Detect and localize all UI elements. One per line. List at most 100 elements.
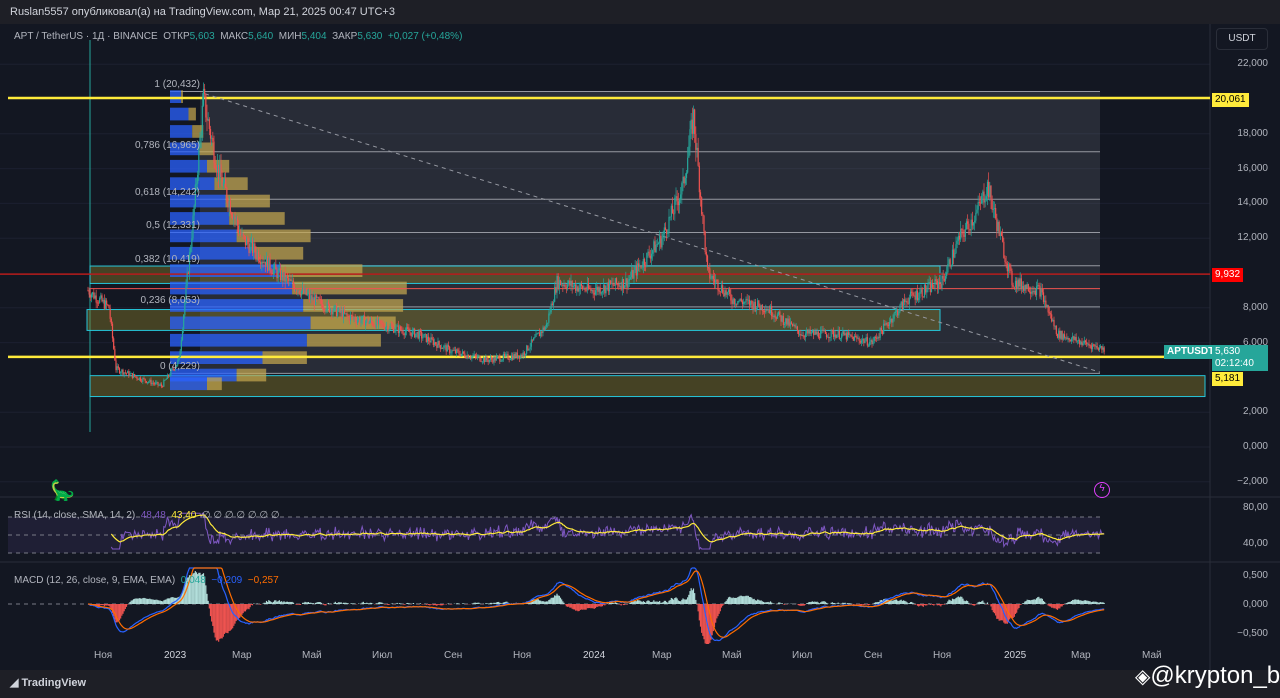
candle-body <box>568 280 570 285</box>
candle-body <box>1028 291 1031 293</box>
candle-body <box>761 304 763 311</box>
candle-body <box>449 346 451 353</box>
macd-histogram-bar <box>1013 604 1015 617</box>
candle-body <box>795 326 797 328</box>
macd-histogram-bar <box>319 602 321 604</box>
macd-histogram-bar <box>587 604 590 609</box>
candle-body <box>239 232 241 234</box>
candle-body <box>1073 336 1075 340</box>
candle-body <box>422 337 424 339</box>
chart-canvas[interactable] <box>0 0 1280 698</box>
candle-body <box>523 352 525 355</box>
macd-histogram-bar <box>591 604 593 609</box>
candle-body <box>242 233 244 236</box>
macd-histogram-bar <box>589 604 591 609</box>
candle-body <box>514 354 516 358</box>
macd-histogram-bar <box>669 599 671 604</box>
volume-profile-down <box>188 107 196 121</box>
macd-histogram-bar <box>391 603 394 604</box>
candle-body <box>152 382 154 384</box>
open-label: ОТКР <box>163 31 190 42</box>
candle-body <box>771 305 773 317</box>
candle-body <box>425 334 427 342</box>
macd-histogram-bar <box>1027 599 1029 604</box>
macd-histogram-bar <box>925 604 927 606</box>
macd-histogram-bar <box>990 604 992 607</box>
candle-body <box>220 164 222 178</box>
macd-histogram-bar <box>604 604 606 606</box>
symbol-tag: APTUSDT <box>1164 345 1218 359</box>
macd-histogram-bar <box>325 604 327 606</box>
macd-histogram-bar <box>816 601 818 604</box>
candle-body <box>617 283 619 285</box>
macd-histogram-bar <box>124 604 126 609</box>
lightning-icon[interactable]: ϟ <box>1094 482 1110 498</box>
macd-histogram-bar <box>657 601 660 604</box>
candle-body <box>248 244 250 253</box>
candle-body <box>1077 340 1080 341</box>
candle-body <box>964 229 966 237</box>
macd-histogram-bar <box>1098 602 1101 604</box>
candle-body <box>941 275 943 289</box>
rsi-legend[interactable]: RSI (14, close, SMA, 14, 2) 48,48 43,40 … <box>14 510 280 521</box>
macd-histogram-bar <box>380 602 382 604</box>
symbol-name[interactable]: APT / TetherUS · 1Д · BINANCE <box>14 31 158 42</box>
macd-histogram-bar <box>590 604 592 609</box>
candle-body <box>190 247 192 253</box>
candle-body <box>724 290 726 297</box>
candle-body <box>612 282 614 286</box>
macd-histogram-bar <box>127 604 129 605</box>
macd-histogram-bar <box>717 604 719 617</box>
candle-body <box>290 279 292 281</box>
candle-body <box>554 286 556 302</box>
macd-histogram-bar <box>564 604 566 605</box>
candle-body <box>1017 279 1019 289</box>
currency-button[interactable]: USDT <box>1216 28 1268 50</box>
candle-body <box>1033 290 1035 293</box>
macd-histogram-bar <box>457 603 459 604</box>
macd-histogram-bar <box>1019 604 1021 606</box>
candle-body <box>674 197 676 214</box>
macd-histogram-bar <box>716 604 718 619</box>
macd-histogram-bar <box>548 600 550 604</box>
macd-histogram-bar <box>583 604 585 610</box>
macd-histogram-bar <box>230 604 233 630</box>
candle-body <box>1087 343 1089 345</box>
candle-body <box>796 326 798 331</box>
macd-histogram-bar <box>135 598 137 604</box>
candle-body <box>641 267 643 269</box>
macd-histogram-bar <box>1055 604 1057 610</box>
candle-body <box>87 290 89 292</box>
time-axis-label: Мар <box>1071 650 1091 661</box>
high-label: МАКС <box>220 31 249 42</box>
macd-histogram-bar <box>827 603 829 604</box>
macd-histogram-bar <box>447 603 450 604</box>
macd-histogram-bar <box>209 604 212 617</box>
dino-icon[interactable]: 🦕 <box>50 478 75 503</box>
candle-body <box>1059 330 1061 339</box>
time-axis-label: Ноя <box>94 650 113 661</box>
fib-label: 0 (4,229) <box>159 361 200 373</box>
macd-histogram-bar <box>278 600 280 604</box>
watermark-text: @krypton_bit <box>1150 662 1280 689</box>
macd-histogram-bar <box>545 601 548 604</box>
tradingview-logo[interactable]: ◢ TradingView <box>10 676 86 689</box>
binance-icon: ◈ <box>1135 666 1151 688</box>
candle-body <box>292 280 294 286</box>
candle-body <box>1013 286 1015 288</box>
candle-body <box>303 287 305 293</box>
price-axis-label: 16,000 <box>1237 162 1268 174</box>
candle-body <box>740 298 742 302</box>
macd-histogram-bar <box>456 603 458 604</box>
candle-body <box>265 257 268 267</box>
macd-histogram-bar <box>125 604 128 607</box>
macd-histogram-bar <box>241 604 243 615</box>
macd-legend[interactable]: MACD (12, 26, close, 9, EMA, EMA) 0,048 … <box>14 575 279 586</box>
macd-histogram-bar <box>284 602 286 604</box>
candle-body <box>977 202 979 210</box>
macd-histogram-bar <box>649 601 651 604</box>
candle-body <box>349 315 352 321</box>
candle-body <box>201 105 203 136</box>
candle-body <box>524 353 527 355</box>
macd-histogram-bar <box>957 596 959 604</box>
